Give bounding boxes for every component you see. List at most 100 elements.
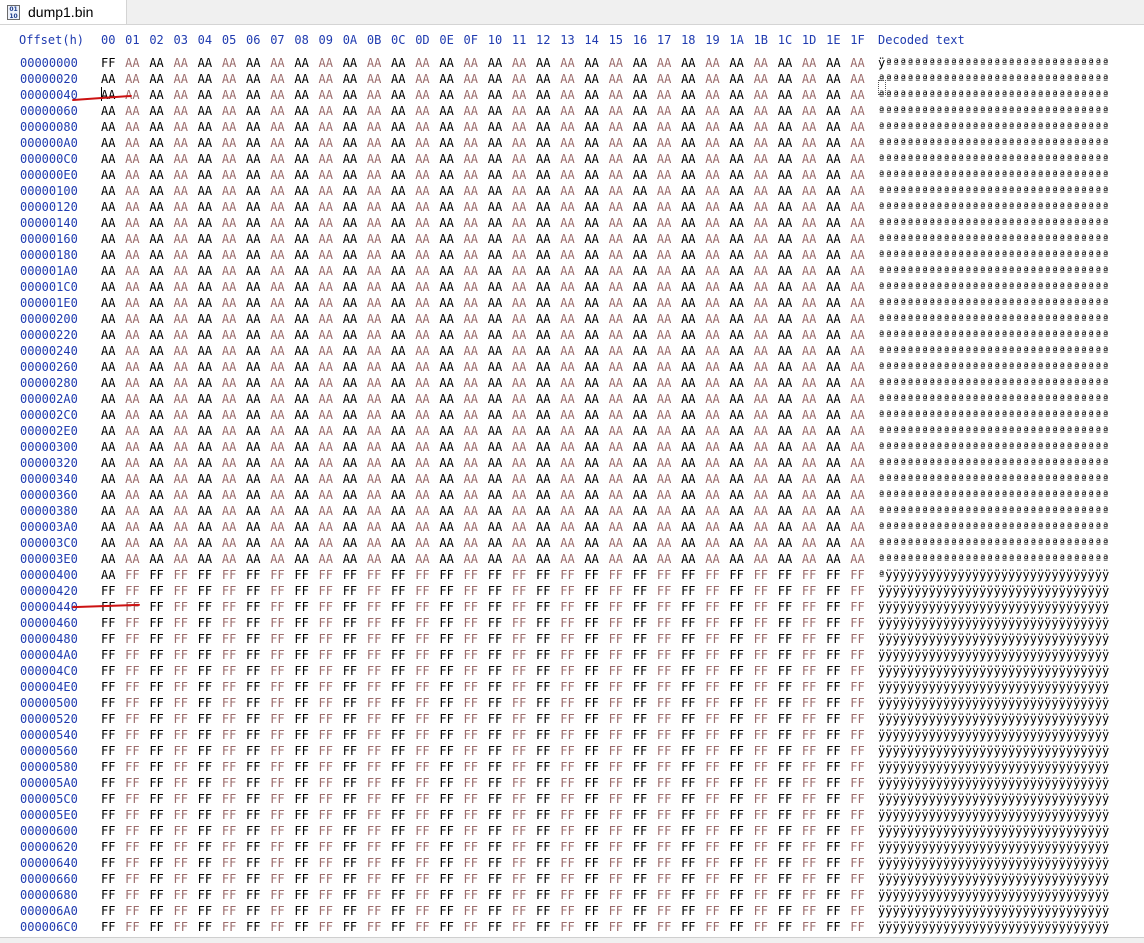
- hex-byte[interactable]: AA: [536, 199, 550, 215]
- hex-byte[interactable]: AA: [101, 407, 115, 423]
- hex-byte[interactable]: AA: [101, 391, 115, 407]
- hex-byte[interactable]: AA: [270, 183, 284, 199]
- hex-byte[interactable]: FF: [415, 855, 429, 871]
- hex-byte[interactable]: AA: [319, 503, 333, 519]
- hex-byte[interactable]: AA: [850, 151, 864, 167]
- hex-byte[interactable]: FF: [488, 759, 502, 775]
- hex-byte[interactable]: FF: [343, 903, 357, 919]
- hex-byte[interactable]: AA: [367, 231, 381, 247]
- hex-byte[interactable]: AA: [560, 263, 574, 279]
- hex-byte[interactable]: AA: [125, 119, 139, 135]
- hex-byte[interactable]: FF: [826, 791, 840, 807]
- hex-byte[interactable]: AA: [609, 55, 623, 71]
- hex-byte[interactable]: AA: [174, 519, 188, 535]
- table-row[interactable]: 000000A0 AA AA AA AA AA AA AA AA AA AA AA AA AA AA AA AA…: [0, 135, 1144, 151]
- hex-byte[interactable]: AA: [609, 119, 623, 135]
- hex-byte[interactable]: FF: [512, 871, 526, 887]
- hex-byte[interactable]: AA: [657, 423, 671, 439]
- hex-byte[interactable]: FF: [174, 679, 188, 695]
- hex-byte[interactable]: FF: [802, 647, 816, 663]
- hex-byte[interactable]: AA: [850, 183, 864, 199]
- hex-byte[interactable]: FF: [125, 855, 139, 871]
- hex-byte[interactable]: AA: [246, 407, 260, 423]
- hex-byte[interactable]: FF: [125, 615, 139, 631]
- hex-byte[interactable]: AA: [488, 471, 502, 487]
- hex-byte[interactable]: FF: [246, 775, 260, 791]
- hex-byte[interactable]: FF: [754, 871, 768, 887]
- hex-byte[interactable]: AA: [536, 487, 550, 503]
- hex-byte[interactable]: AA: [101, 199, 115, 215]
- hex-byte[interactable]: AA: [850, 199, 864, 215]
- hex-byte[interactable]: FF: [802, 663, 816, 679]
- hex-byte[interactable]: AA: [125, 199, 139, 215]
- hex-byte[interactable]: FF: [319, 727, 333, 743]
- hex-byte[interactable]: FF: [584, 743, 598, 759]
- hex-byte[interactable]: AA: [584, 327, 598, 343]
- hex-byte[interactable]: AA: [222, 71, 236, 87]
- decoded-text[interactable]: ÿÿÿÿÿÿÿÿÿÿÿÿÿÿÿÿÿÿÿÿÿÿÿÿÿÿÿÿÿÿÿÿ: [878, 823, 1109, 839]
- hex-byte[interactable]: AA: [609, 135, 623, 151]
- hex-byte[interactable]: AA: [391, 343, 405, 359]
- hex-byte[interactable]: AA: [294, 119, 308, 135]
- hex-byte[interactable]: FF: [512, 759, 526, 775]
- hex-byte[interactable]: AA: [512, 519, 526, 535]
- hex-byte[interactable]: FF: [536, 647, 550, 663]
- hex-byte[interactable]: FF: [415, 727, 429, 743]
- hex-byte[interactable]: AA: [319, 103, 333, 119]
- hex-byte[interactable]: FF: [294, 775, 308, 791]
- hex-byte[interactable]: AA: [778, 167, 792, 183]
- hex-byte[interactable]: AA: [754, 391, 768, 407]
- hex-byte[interactable]: FF: [657, 679, 671, 695]
- hex-byte[interactable]: AA: [125, 439, 139, 455]
- hex-byte[interactable]: AA: [101, 87, 115, 103]
- hex-byte[interactable]: AA: [850, 535, 864, 551]
- hex-byte[interactable]: FF: [826, 567, 840, 583]
- hex-byte[interactable]: AA: [246, 263, 260, 279]
- hex-byte[interactable]: AA: [778, 199, 792, 215]
- hex-byte[interactable]: FF: [439, 663, 453, 679]
- hex-byte[interactable]: FF: [101, 743, 115, 759]
- hex-byte[interactable]: AA: [560, 375, 574, 391]
- hex-byte[interactable]: AA: [584, 247, 598, 263]
- hex-byte[interactable]: AA: [609, 439, 623, 455]
- hex-byte[interactable]: FF: [367, 743, 381, 759]
- hex-byte[interactable]: AA: [754, 487, 768, 503]
- hex-byte[interactable]: FF: [512, 631, 526, 647]
- hex-byte[interactable]: FF: [560, 583, 574, 599]
- hex-byte[interactable]: FF: [391, 791, 405, 807]
- hex-byte[interactable]: FF: [101, 583, 115, 599]
- hex-byte[interactable]: FF: [391, 711, 405, 727]
- hex-byte[interactable]: AA: [778, 471, 792, 487]
- hex-byte[interactable]: AA: [367, 295, 381, 311]
- table-row[interactable]: 000000C0 AA AA AA AA AA AA AA AA AA AA AA AA AA AA AA AA…: [0, 151, 1144, 167]
- hex-byte[interactable]: AA: [512, 231, 526, 247]
- decoded-text[interactable]: ÿÿÿÿÿÿÿÿÿÿÿÿÿÿÿÿÿÿÿÿÿÿÿÿÿÿÿÿÿÿÿÿ: [878, 583, 1109, 599]
- hex-byte[interactable]: FF: [439, 887, 453, 903]
- decoded-text[interactable]: ªªªªªªªªªªªªªªªªªªªªªªªªªªªªªªªª: [878, 439, 1109, 455]
- hex-byte[interactable]: AA: [198, 487, 212, 503]
- hex-byte[interactable]: AA: [319, 183, 333, 199]
- hex-byte[interactable]: FF: [198, 791, 212, 807]
- hex-byte[interactable]: AA: [826, 151, 840, 167]
- hex-byte[interactable]: FF: [391, 855, 405, 871]
- hex-byte[interactable]: AA: [415, 375, 429, 391]
- hex-byte[interactable]: FF: [729, 599, 743, 615]
- hex-byte[interactable]: AA: [705, 535, 719, 551]
- hex-byte[interactable]: AA: [415, 87, 429, 103]
- hex-byte[interactable]: AA: [536, 55, 550, 71]
- hex-byte[interactable]: AA: [222, 295, 236, 311]
- hex-byte[interactable]: AA: [246, 519, 260, 535]
- hex-byte[interactable]: AA: [464, 519, 478, 535]
- table-row[interactable]: 00000080 AA AA AA AA AA AA AA AA AA AA AA AA AA AA AA AA…: [0, 119, 1144, 135]
- hex-byte[interactable]: FF: [802, 679, 816, 695]
- hex-byte[interactable]: FF: [464, 647, 478, 663]
- hex-byte[interactable]: AA: [754, 199, 768, 215]
- hex-byte[interactable]: AA: [826, 55, 840, 71]
- hex-byte[interactable]: FF: [464, 807, 478, 823]
- hex-byte[interactable]: AA: [705, 87, 719, 103]
- hex-byte[interactable]: AA: [343, 295, 357, 311]
- hex-byte[interactable]: AA: [657, 295, 671, 311]
- hex-byte[interactable]: FF: [802, 695, 816, 711]
- hex-byte[interactable]: AA: [826, 247, 840, 263]
- hex-byte[interactable]: AA: [609, 295, 623, 311]
